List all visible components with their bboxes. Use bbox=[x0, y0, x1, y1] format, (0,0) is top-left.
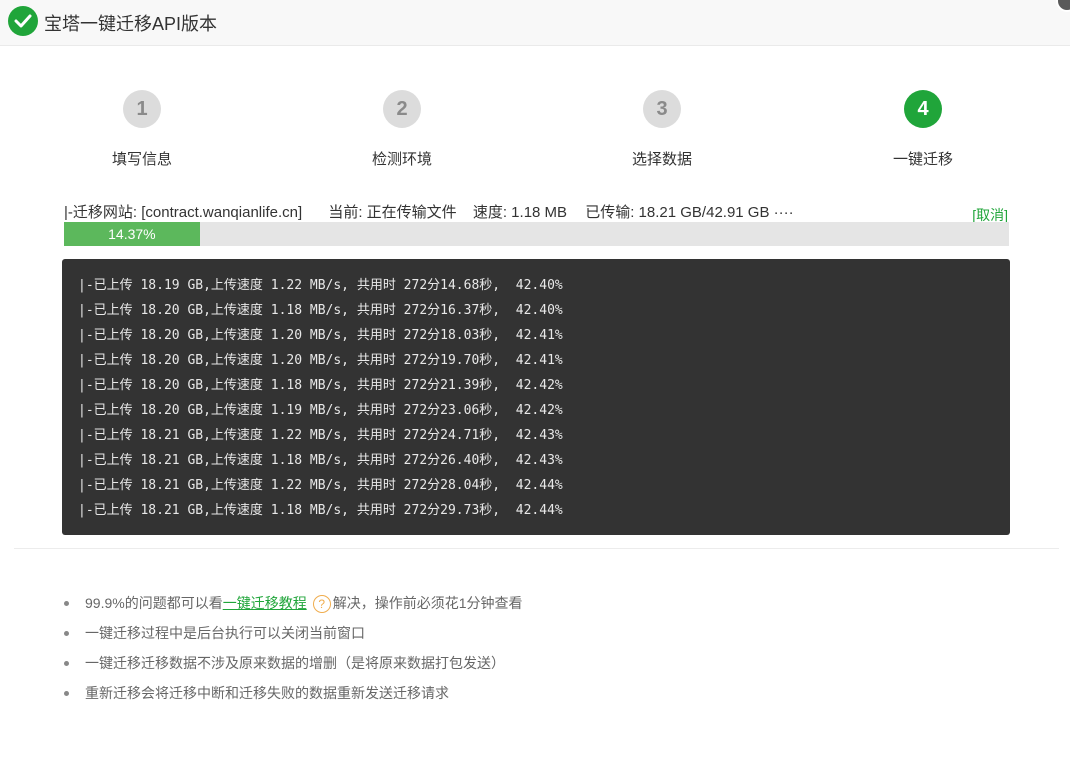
step-label: 一键迁移 bbox=[892, 151, 953, 168]
tip-item: 一键迁移迁移数据不涉及原来数据的增删（是将原来数据打包发送） bbox=[62, 650, 523, 680]
step-2: 2 检测环境 bbox=[322, 90, 482, 169]
tip-item: 99.9%的问题都可以看一键迁移教程? 解决，操作前必须花1分钟查看 bbox=[62, 590, 523, 620]
migration-dialog: 宝塔一键迁移API版本 1 填写信息 2 检测环境 3 选择数据 4 一键迁移 … bbox=[0, 0, 1070, 765]
window-title: 宝塔一键迁移API版本 bbox=[44, 14, 218, 34]
tip-item: 重新迁移会将迁移中断和迁移失败的数据重新发送迁移请求 bbox=[62, 680, 523, 710]
divider bbox=[14, 548, 1059, 549]
status-site: |-迁移网站: [contract.wanqianlife.cn] bbox=[64, 204, 303, 221]
step-number: 1 bbox=[123, 90, 161, 128]
log-line: |-已上传 18.21 GB,上传速度 1.18 MB/s, 共用时 272分2… bbox=[78, 453, 563, 468]
status-speed: 速度: 1.18 MB bbox=[472, 204, 568, 221]
status-current: 当前: 正在传输文件 bbox=[328, 204, 457, 221]
tutorial-link[interactable]: 一键迁移教程 bbox=[223, 595, 307, 611]
tips-list: 99.9%的问题都可以看一键迁移教程? 解决，操作前必须花1分钟查看 一键迁移过程… bbox=[62, 590, 523, 710]
success-check-icon bbox=[8, 6, 38, 36]
step-label: 填写信息 bbox=[111, 151, 172, 168]
step-4: 4 一键迁移 bbox=[843, 90, 1003, 169]
migration-status: |-迁移网站: [contract.wanqianlife.cn] 当前: 正在… bbox=[64, 201, 812, 222]
step-number: 2 bbox=[383, 90, 421, 128]
log-line: |-已上传 18.20 GB,上传速度 1.20 MB/s, 共用时 272分1… bbox=[78, 353, 563, 368]
log-line: |-已上传 18.19 GB,上传速度 1.22 MB/s, 共用时 272分1… bbox=[78, 278, 563, 293]
step-label: 检测环境 bbox=[371, 151, 432, 168]
step-1: 1 填写信息 bbox=[62, 90, 222, 169]
status-transferred: 已传输: 18.21 GB/42.91 GB ···· bbox=[585, 204, 794, 221]
log-line: |-已上传 18.20 GB,上传速度 1.18 MB/s, 共用时 272分1… bbox=[78, 303, 563, 318]
progress-percent: 14.37% bbox=[108, 226, 156, 242]
log-line: |-已上传 18.21 GB,上传速度 1.22 MB/s, 共用时 272分2… bbox=[78, 478, 563, 493]
step-label: 选择数据 bbox=[631, 151, 692, 168]
log-line: |-已上传 18.20 GB,上传速度 1.19 MB/s, 共用时 272分2… bbox=[78, 403, 563, 418]
step-number: 3 bbox=[643, 90, 681, 128]
log-line: |-已上传 18.21 GB,上传速度 1.22 MB/s, 共用时 272分2… bbox=[78, 428, 563, 443]
log-console: |-已上传 18.19 GB,上传速度 1.22 MB/s, 共用时 272分1… bbox=[62, 259, 1010, 535]
tip-text: 99.9%的问题都可以看 bbox=[85, 595, 223, 611]
step-number: 4 bbox=[904, 90, 942, 128]
step-indicator: 1 填写信息 2 检测环境 3 选择数据 4 一键迁移 bbox=[0, 90, 1070, 180]
tip-item: 一键迁移过程中是后台执行可以关闭当前窗口 bbox=[62, 620, 523, 650]
tip-text: 解决，操作前必须花1分钟查看 bbox=[332, 595, 523, 611]
title-bar: 宝塔一键迁移API版本 bbox=[0, 0, 1070, 46]
help-icon[interactable]: ? bbox=[312, 595, 331, 614]
log-line: |-已上传 18.21 GB,上传速度 1.18 MB/s, 共用时 272分2… bbox=[78, 503, 563, 518]
step-3: 3 选择数据 bbox=[582, 90, 742, 169]
progress-fill: 14.37% bbox=[64, 222, 200, 246]
close-icon[interactable] bbox=[1056, 0, 1070, 12]
log-line: |-已上传 18.20 GB,上传速度 1.18 MB/s, 共用时 272分2… bbox=[78, 378, 563, 393]
log-line: |-已上传 18.20 GB,上传速度 1.20 MB/s, 共用时 272分1… bbox=[78, 328, 563, 343]
progress-bar: 14.37% bbox=[64, 222, 1009, 246]
